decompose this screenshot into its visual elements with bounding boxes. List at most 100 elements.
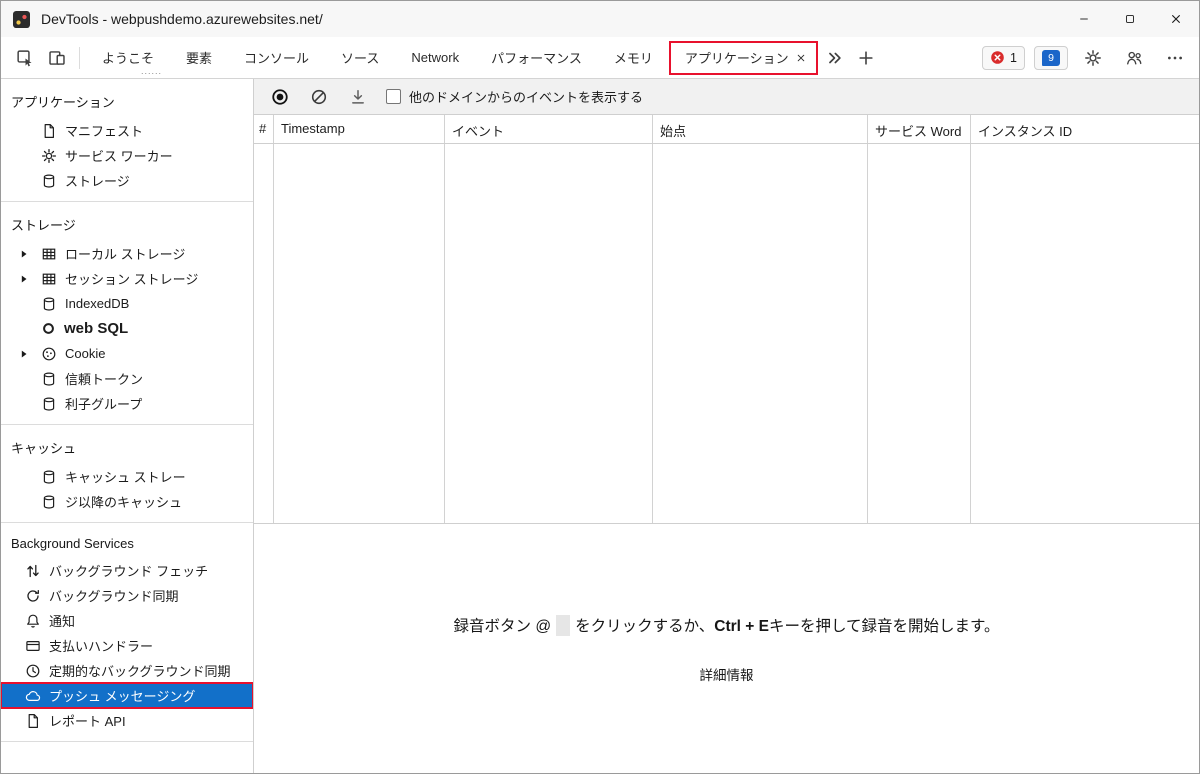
error-badge[interactable]: 1 [982, 46, 1025, 70]
panel-toolbar: 他のドメインからのイベントを表示する [254, 79, 1199, 115]
section-storage: ストレージ ローカル ストレージ セッション ストレージ IndexedDB [1, 202, 253, 425]
show-other-domains-option: 他のドメインからのイベントを表示する [386, 87, 643, 106]
empty-suffix: キーを押して録音を開始します。 [769, 618, 1000, 635]
sidebar-item-cache-storage[interactable]: キャッシュ ストレー [1, 464, 253, 489]
maximize-button[interactable] [1107, 1, 1153, 37]
expand-caret-icon[interactable] [19, 249, 33, 259]
tab-network[interactable]: Network [395, 37, 475, 79]
close-button[interactable] [1153, 1, 1199, 37]
more-tabs-button[interactable] [818, 42, 850, 74]
empty-mid: をクリックするか、 [575, 618, 714, 635]
clear-button[interactable] [308, 86, 330, 108]
checkbox-label[interactable]: 他のドメインからのイベントを表示する [409, 87, 643, 106]
sidebar-item-local-storage[interactable]: ローカル ストレージ [1, 241, 253, 266]
section-cache: キャッシュ キャッシュ ストレー ジ以降のキャッシュ [1, 425, 253, 523]
title-bar: DevTools - webpushdemo.azurewebsites.net… [1, 1, 1199, 37]
events-table-header: # Timestamp イベント 始点 サービス Word インスタンス ID [254, 115, 1199, 144]
tab-welcome-dots: ...... [141, 66, 162, 76]
tab-welcome[interactable]: ようこそ ...... [86, 37, 170, 79]
cookie-icon [41, 346, 57, 362]
toolbar-divider [79, 47, 80, 69]
tab-elements[interactable]: 要素 [170, 37, 228, 79]
column-header-event: イベント [445, 115, 653, 143]
sidebar-item-background-sync[interactable]: バックグラウンド同期 [1, 583, 253, 608]
sidebar-item-interest-groups[interactable]: 利子グループ [1, 391, 253, 416]
sidebar-item-notifications[interactable]: 通知 [1, 608, 253, 633]
sync-icon [25, 588, 41, 604]
push-messaging-panel: 他のドメインからのイベントを表示する # Timestamp イベント 始点 サ… [254, 79, 1199, 773]
item-label: 通知 [49, 611, 75, 630]
item-label: キャッシュ ストレー [65, 467, 186, 486]
devtools-body: アプリケーション マニフェスト サービス ワーカー ストレージ ストレージ [1, 79, 1199, 773]
add-panel-button[interactable] [850, 42, 882, 74]
details-pane: 録音ボタン @をクリックするか、Ctrl + Eキーを押して録音を開始します。 … [254, 524, 1199, 773]
tab-sources[interactable]: ソース [325, 37, 395, 79]
item-label: レポート API [49, 711, 126, 730]
more-options-button[interactable] [1159, 42, 1191, 74]
section-background-services: Background Services バックグラウンド フェッチ バックグラウ… [1, 523, 253, 742]
tab-console[interactable]: コンソール [228, 37, 325, 79]
section-title: Background Services [1, 527, 253, 558]
database-icon [41, 396, 57, 412]
database-icon [41, 494, 57, 510]
cloud-icon [25, 688, 41, 704]
item-label: ジ以降のキャッシュ [65, 492, 182, 511]
item-label: web SQL [64, 320, 128, 337]
record-button[interactable] [269, 86, 291, 108]
save-events-button[interactable] [347, 86, 369, 108]
sidebar-item-background-fetch[interactable]: バックグラウンド フェッチ [1, 558, 253, 583]
devtools-app-icon [13, 11, 30, 28]
item-label: プッシュ メッセージング [49, 686, 195, 705]
section-title: ストレージ [1, 206, 253, 241]
tab-performance[interactable]: パフォーマンス [475, 37, 598, 79]
sidebar-item-manifest[interactable]: マニフェスト [1, 118, 253, 143]
tab-memory[interactable]: メモリ [598, 37, 669, 79]
section-title: キャッシュ [1, 429, 253, 464]
empty-state-message: 録音ボタン @をクリックするか、Ctrl + Eキーを押して録音を開始します。 [454, 614, 1000, 636]
window-title: DevTools - webpushdemo.azurewebsites.net… [41, 11, 323, 27]
sidebar-item-reporting-api[interactable]: レポート API [1, 708, 253, 733]
grid-column [653, 144, 868, 523]
item-label: 定期的なバックグラウンド同期 [49, 661, 230, 680]
database-icon [41, 173, 57, 189]
sidebar-item-push-messaging[interactable]: プッシュ メッセージング [1, 683, 253, 708]
show-other-domains-checkbox[interactable] [386, 89, 401, 104]
grid-column [274, 144, 445, 523]
section-title: アプリケーション [1, 83, 253, 118]
record-glyph-placeholder [556, 615, 570, 636]
messages-badge[interactable]: 9 [1034, 46, 1068, 70]
inspect-element-button[interactable] [9, 42, 41, 74]
database-icon [41, 296, 57, 312]
close-tab-icon[interactable] [796, 53, 806, 63]
sidebar-item-storage[interactable]: ストレージ [1, 168, 253, 193]
tab-label: ようこそ [102, 48, 154, 67]
sidebar-item-back-forward-cache[interactable]: ジ以降のキャッシュ [1, 489, 253, 514]
tab-label: メモリ [614, 48, 653, 67]
sidebar-item-payment-handler[interactable]: 支払いハンドラー [1, 633, 253, 658]
events-table-body [254, 144, 1199, 524]
sidebar-item-indexeddb[interactable]: IndexedDB [1, 291, 253, 316]
sidebar-item-session-storage[interactable]: セッション ストレージ [1, 266, 253, 291]
column-header-origin: 始点 [653, 115, 868, 143]
profile-button[interactable] [1118, 42, 1150, 74]
document-icon [41, 123, 57, 139]
document-icon [25, 713, 41, 729]
minimize-button[interactable] [1061, 1, 1107, 37]
sidebar-item-trust-tokens[interactable]: 信頼トークン [1, 366, 253, 391]
tab-label: アプリケーション [685, 48, 789, 67]
column-header-index: # [254, 115, 274, 143]
expand-caret-icon[interactable] [19, 274, 33, 284]
item-label: マニフェスト [65, 121, 143, 140]
settings-gear-button[interactable] [1077, 42, 1109, 74]
sidebar-item-cookies[interactable]: Cookie [1, 341, 253, 366]
sidebar-item-periodic-background-sync[interactable]: 定期的なバックグラウンド同期 [1, 658, 253, 683]
expand-caret-icon[interactable] [19, 349, 33, 359]
learn-more-link[interactable]: 詳細情報 [700, 664, 754, 684]
column-header-instance-id: インスタンス ID [971, 115, 1199, 143]
tab-label: 要素 [186, 48, 212, 67]
sidebar-item-web-sql[interactable]: web SQL [1, 316, 253, 341]
sidebar-item-service-worker[interactable]: サービス ワーカー [1, 143, 253, 168]
tab-label: ソース [341, 48, 379, 67]
device-emulation-button[interactable] [41, 42, 73, 74]
tab-application[interactable]: アプリケーション [669, 41, 818, 75]
